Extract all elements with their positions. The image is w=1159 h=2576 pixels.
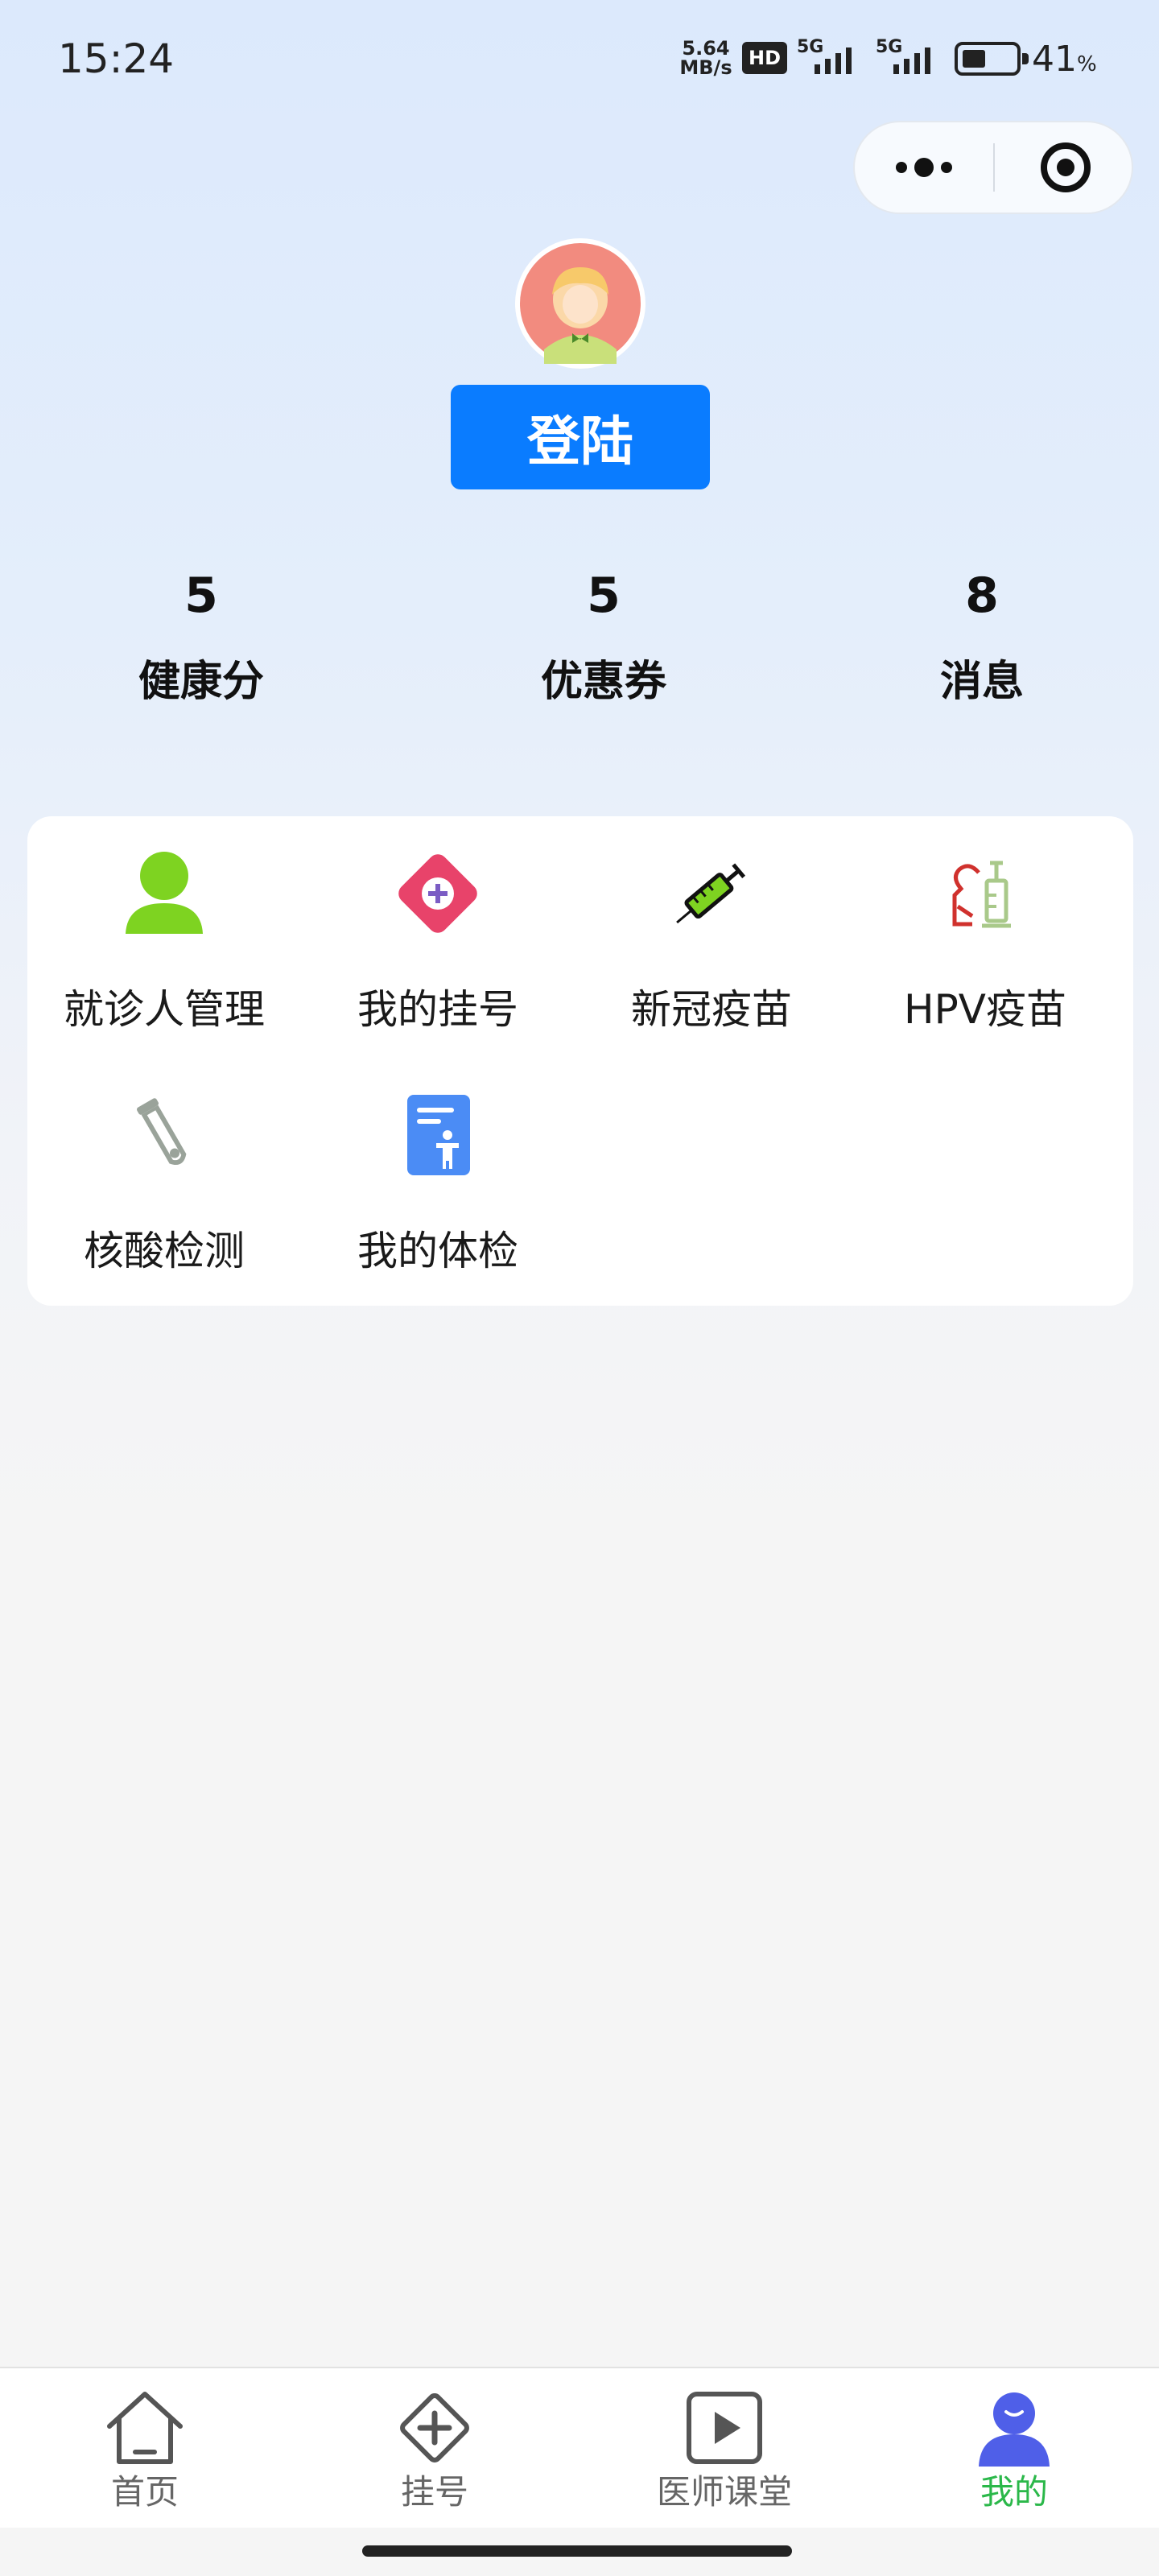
checkup-report-icon xyxy=(407,1095,470,1175)
tab-mine[interactable]: 我的 xyxy=(869,2368,1159,2529)
menu-item-my-registration[interactable]: 我的挂号 xyxy=(301,816,575,1058)
vaccine-icon xyxy=(952,861,1011,928)
more-dots-icon xyxy=(896,158,952,177)
mini-program-capsule xyxy=(853,121,1133,214)
menu-item-my-checkup[interactable]: 我的体检 xyxy=(301,1058,575,1299)
menu-item-label: 我的挂号 xyxy=(357,986,518,1033)
avatar[interactable] xyxy=(515,238,645,369)
close-mini-program-button[interactable] xyxy=(995,122,1133,213)
play-icon xyxy=(687,2392,762,2464)
syringe-icon xyxy=(676,863,746,924)
battery-level-fill xyxy=(963,50,985,68)
tab-label: 首页 xyxy=(110,2472,179,2512)
tab-doctor-classroom[interactable]: 医师课堂 xyxy=(580,2368,869,2529)
menu-item-label: 核酸检测 xyxy=(84,1228,245,1274)
home-icon xyxy=(107,2392,183,2464)
menu-item-label: 新冠疫苗 xyxy=(631,986,792,1033)
network-speed-value: 5.64 xyxy=(682,37,730,60)
stat-health-score[interactable]: 5 健康分 xyxy=(80,564,322,708)
person-icon xyxy=(126,852,203,934)
stat-messages[interactable]: 8 消息 xyxy=(861,564,1103,708)
bottom-tab-bar: 首页 挂号 医师课堂 我的 xyxy=(0,2367,1159,2528)
services-menu: 就诊人管理 我的挂号 新冠疫苗 HPV疫苗 核酸检测 我的体检 xyxy=(27,816,1133,1306)
signal-bars-icon xyxy=(815,47,852,74)
network-speed: 5.64 MB/s xyxy=(678,39,734,77)
tab-registration[interactable]: 挂号 xyxy=(290,2368,580,2529)
stat-label: 优惠券 xyxy=(540,658,666,706)
home-indicator[interactable] xyxy=(362,2545,792,2557)
test-tube-icon xyxy=(136,1098,187,1165)
avatar-illustration-icon xyxy=(520,243,641,364)
user-icon xyxy=(979,2392,1050,2467)
stat-value: 5 xyxy=(184,568,218,624)
registration-icon xyxy=(398,854,477,933)
login-button[interactable]: 登陆 xyxy=(451,385,710,489)
stat-value: 8 xyxy=(965,568,999,624)
battery-icon xyxy=(955,42,1029,76)
network-speed-unit: MB/s xyxy=(679,56,732,79)
status-time: 15:24 xyxy=(58,35,175,82)
menu-item-covid-vaccine[interactable]: 新冠疫苗 xyxy=(575,816,848,1058)
target-icon xyxy=(1041,142,1091,192)
tab-label: 医师课堂 xyxy=(656,2472,792,2512)
stat-coupons[interactable]: 5 优惠券 xyxy=(483,564,724,708)
menu-item-nucleic-acid-test[interactable]: 核酸检测 xyxy=(27,1058,301,1299)
status-bar: 15:24 5.64 MB/s HD 5G 5G 41% xyxy=(0,0,1159,121)
battery-percent: 41% xyxy=(1032,39,1097,80)
stat-label: 健康分 xyxy=(138,658,264,706)
signal-bars-icon xyxy=(893,47,930,74)
plus-diamond-icon xyxy=(400,2393,469,2462)
menu-item-label: HPV疫苗 xyxy=(904,986,1066,1033)
menu-item-patient-management[interactable]: 就诊人管理 xyxy=(27,816,301,1058)
menu-item-label: 就诊人管理 xyxy=(64,986,265,1033)
menu-item-label: 我的体检 xyxy=(357,1228,518,1274)
menu-item-hpv-vaccine[interactable]: HPV疫苗 xyxy=(848,816,1122,1058)
hd-badge: HD xyxy=(742,42,787,74)
stat-label: 消息 xyxy=(939,658,1024,706)
tab-label: 挂号 xyxy=(400,2472,468,2512)
tab-label: 我的 xyxy=(980,2472,1048,2512)
stat-value: 5 xyxy=(587,568,621,624)
tab-home[interactable]: 首页 xyxy=(0,2368,290,2529)
more-options-button[interactable] xyxy=(855,122,993,213)
